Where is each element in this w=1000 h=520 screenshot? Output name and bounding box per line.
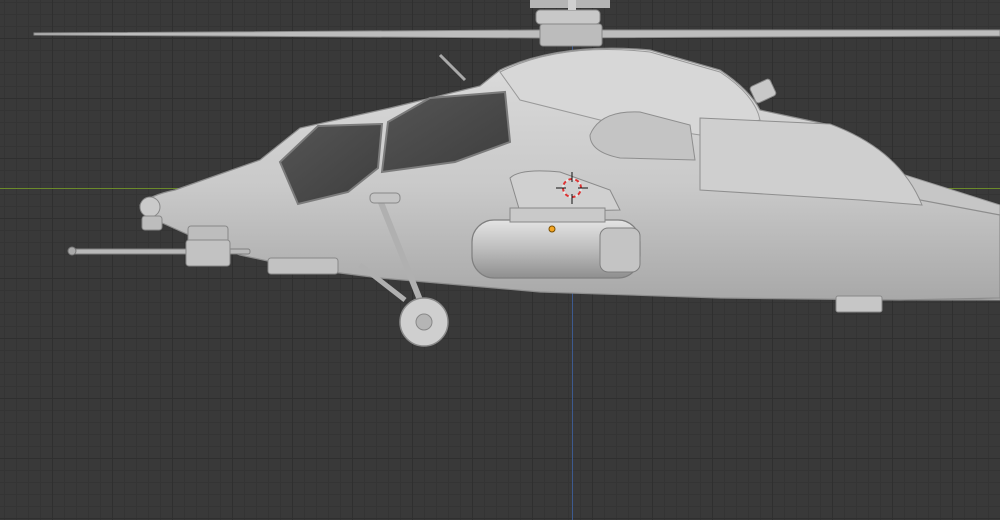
exhaust-housing [699, 117, 923, 206]
belly-fairing [267, 257, 339, 275]
object-origin-icon [548, 225, 556, 233]
chin-gun [67, 239, 251, 267]
rear-fairing [835, 295, 883, 313]
main-rotor [33, 0, 1000, 47]
3d-viewport[interactable] [0, 0, 1000, 520]
helicopter-model[interactable] [0, 0, 1000, 520]
antenna [438, 53, 467, 82]
